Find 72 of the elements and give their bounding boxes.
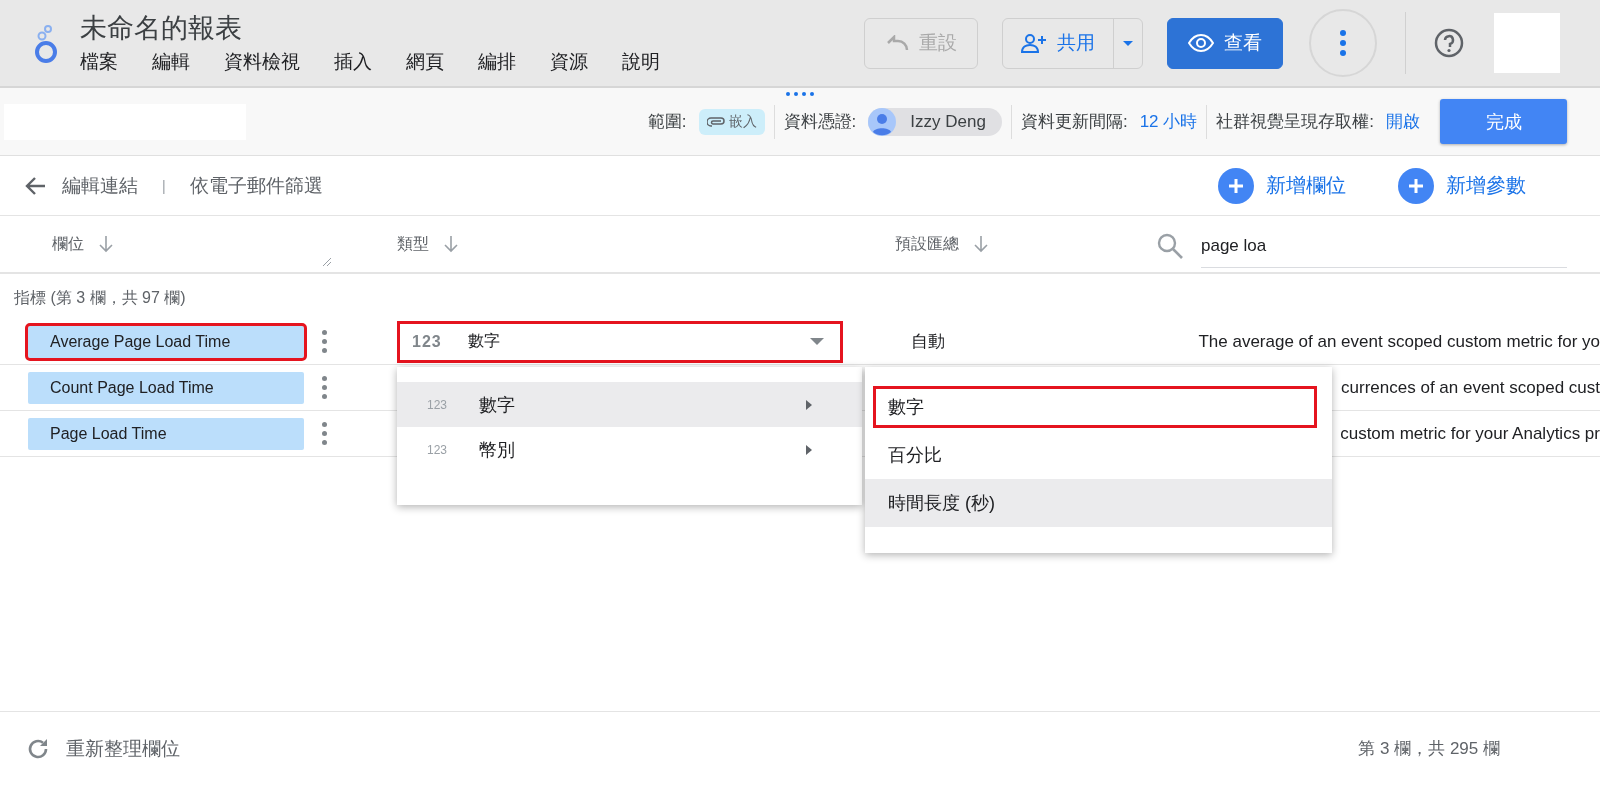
menu-item[interactable]: 資源: [550, 49, 588, 75]
menu-item[interactable]: 說明: [622, 49, 660, 75]
breadcrumb-item[interactable]: 編輯連結: [62, 172, 138, 199]
submenu-arrow-icon: [806, 444, 812, 455]
caret-icon: [1123, 40, 1133, 46]
field-count: 第 3 欄，共 295 欄: [1358, 738, 1500, 760]
group-label: 指標 (第 3 欄，共 97 欄): [13, 288, 187, 308]
column-header[interactable]: 類型: [397, 233, 429, 255]
menu-option[interactable]: 時間長度 (秒): [865, 479, 1332, 527]
field-chip[interactable]: Count Page Load Time: [28, 371, 304, 404]
back-button[interactable]: [24, 175, 46, 196]
field-chip[interactable]: Average Page Load Time: [28, 325, 304, 358]
back-arrow-icon: [24, 175, 46, 196]
kebab-icon[interactable]: [322, 422, 327, 445]
search-icon: [1157, 233, 1183, 259]
menu-option[interactable]: 123 幣別: [397, 427, 862, 472]
resize-handle-icon[interactable]: [323, 258, 331, 266]
scope-label: 範圍:: [647, 111, 687, 133]
freshness-label: 資料更新間隔:: [1020, 111, 1128, 133]
aggregation-text: 自動: [911, 332, 945, 351]
access-label: 社群視覺呈現存取權:: [1216, 111, 1374, 133]
add-person-icon: [1021, 33, 1047, 53]
breadcrumb-separator: |: [162, 177, 166, 194]
refresh-fields-button[interactable]: 重新整理欄位: [26, 735, 180, 762]
description-text: currences of an event scoped cust: [1340, 377, 1600, 398]
kebab-icon: [1340, 30, 1346, 56]
credentials-label: 資料憑證:: [783, 111, 857, 133]
column-header[interactable]: 預設匯總: [895, 233, 959, 255]
add-icon: [1218, 167, 1254, 204]
menu-item[interactable]: 插入: [334, 49, 372, 75]
access-link[interactable]: 開啟: [1386, 110, 1420, 133]
report-title[interactable]: 未命名的報表: [80, 11, 840, 45]
menu-option[interactable]: 123 數字: [397, 382, 862, 427]
drag-handle-icon[interactable]: [786, 92, 814, 96]
done-button[interactable]: 完成: [1440, 99, 1567, 144]
scope-chip[interactable]: 嵌入: [698, 108, 765, 135]
menu-item[interactable]: 檔案: [80, 49, 118, 75]
avatar-icon: [868, 107, 897, 136]
add-action-button[interactable]: 新增參數: [1398, 167, 1526, 204]
help-button[interactable]: [1434, 28, 1464, 58]
kebab-icon[interactable]: [322, 376, 327, 399]
menu-option[interactable]: 數字: [870, 383, 1320, 431]
kebab-icon[interactable]: [322, 330, 327, 353]
user-chip[interactable]: Izzy Deng: [868, 107, 1002, 136]
column-header[interactable]: 欄位: [52, 233, 84, 255]
caret-icon: [810, 338, 824, 345]
more-button[interactable]: [1309, 9, 1377, 77]
menu-item[interactable]: 編排: [478, 49, 516, 75]
freshness-link[interactable]: 12 小時: [1139, 110, 1198, 133]
view-button[interactable]: 查看: [1167, 17, 1283, 69]
search-field[interactable]: page loa: [1201, 224, 1567, 268]
logo-icon: [34, 22, 58, 64]
share-button[interactable]: 共用: [1003, 18, 1114, 68]
description-text: custom metric for your Analytics pr: [1339, 423, 1600, 444]
sort-arrow-icon[interactable]: [973, 235, 989, 253]
field-chip[interactable]: Page Load Time: [28, 417, 304, 450]
sort-arrow-icon[interactable]: [443, 235, 459, 253]
add-action-button[interactable]: 新增欄位: [1218, 167, 1346, 204]
menu-item[interactable]: 資料檢視: [224, 49, 300, 75]
paperclip-icon: [706, 116, 725, 127]
description-text: The average of an event scoped custom metric for yo: [1197, 331, 1600, 352]
eye-icon: [1188, 34, 1214, 52]
type-dropdown[interactable]: 123 數字: [397, 320, 843, 363]
submenu-arrow-icon: [806, 399, 812, 410]
menu-item[interactable]: 網頁: [406, 49, 444, 75]
menu-option[interactable]: 百分比: [865, 431, 1332, 479]
sort-arrow-icon[interactable]: [98, 235, 114, 253]
add-icon: [1398, 167, 1434, 204]
help-icon: [1434, 28, 1464, 58]
undo-icon: [885, 35, 909, 51]
menu-item[interactable]: 編輯: [152, 49, 190, 75]
breadcrumb-item: 依電子郵件篩選: [189, 173, 323, 198]
